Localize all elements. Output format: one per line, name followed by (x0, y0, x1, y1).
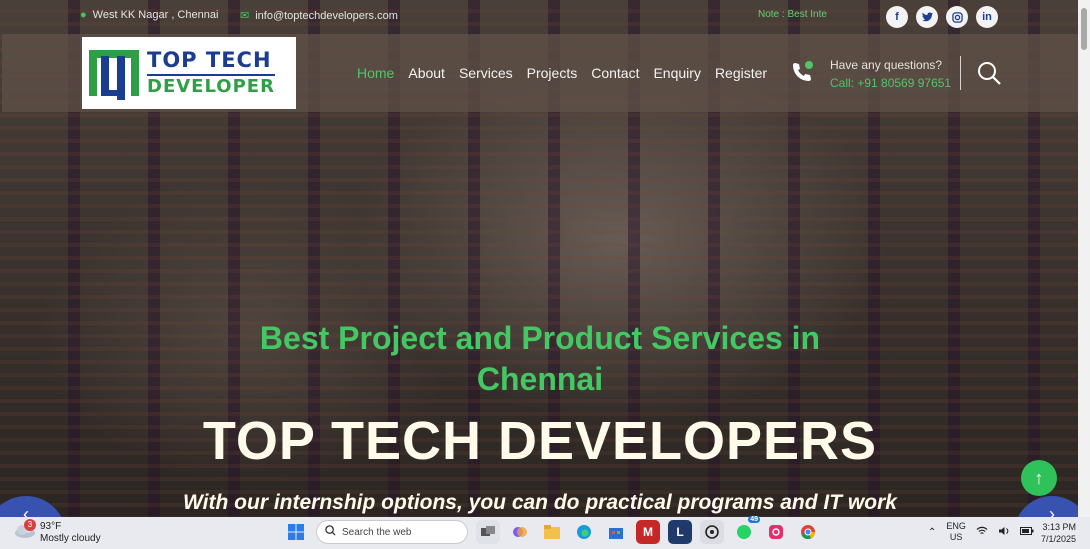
search-icon[interactable] (976, 60, 1002, 86)
chatgpt-icon[interactable] (700, 520, 724, 544)
phone-number[interactable]: Call: +91 80569 97651 (830, 76, 951, 90)
windows-start-icon[interactable] (284, 520, 308, 544)
back-to-top-button[interactable]: ↑ (1021, 460, 1057, 496)
slider-prev-button[interactable]: ‹ (0, 496, 66, 517)
scrollbar-thumb[interactable] (1081, 8, 1087, 50)
facebook-icon[interactable]: f (886, 6, 908, 28)
chevron-left-icon: ‹ (23, 504, 29, 517)
lang-code: ENG (946, 521, 966, 531)
store-icon[interactable] (604, 520, 628, 544)
battery-icon[interactable] (1019, 526, 1034, 538)
nav-about[interactable]: About (408, 65, 445, 81)
hero-tagline: With our internship options, you can do … (183, 491, 897, 514)
nav-enquiry[interactable]: Enquiry (653, 65, 700, 81)
lang-region: US (949, 532, 963, 542)
copilot-icon[interactable] (508, 520, 532, 544)
nav-services[interactable]: Services (459, 65, 513, 81)
social-links: f in (886, 6, 998, 28)
whatsapp-badge: 49 (748, 516, 760, 523)
nav-projects[interactable]: Projects (527, 65, 578, 81)
edge-browser-icon[interactable] (572, 520, 596, 544)
weather-desc: Mostly cloudy (40, 533, 101, 544)
system-tray: ⌃ ENG US (928, 521, 1034, 543)
questions-label: Have any questions? (830, 58, 943, 72)
envelope-icon: ✉ (240, 10, 250, 22)
logo-line-2: DEVELOPER (147, 74, 275, 97)
cloud-icon: 3 (14, 519, 36, 541)
instagram-app-icon[interactable] (764, 520, 788, 544)
top-bar: ● West KK Nagar , Chennai ✉ info@toptech… (0, 0, 1078, 34)
whatsapp-icon[interactable]: 49 (732, 516, 760, 544)
location-text: West KK Nagar , Chennai (92, 9, 219, 21)
location-info: ● West KK Nagar , Chennai (80, 9, 218, 21)
mcafee-icon[interactable]: M (636, 520, 660, 544)
windows-taskbar: 3 93°F Mostly cloudy Search the web M L … (0, 516, 1090, 549)
site-logo[interactable]: TOP TECH DEVELOPER (82, 37, 296, 109)
weather-temp: 93°F (40, 521, 62, 532)
logo-mark-icon (87, 46, 141, 100)
clock-date: 7/1/2025 (1040, 534, 1076, 544)
marquee-note: Note : Best Inte (758, 9, 827, 20)
clock[interactable]: 3:13 PM 7/1/2025 (1040, 521, 1076, 545)
volume-icon[interactable] (998, 526, 1010, 539)
instagram-icon[interactable] (946, 6, 968, 28)
chevron-right-icon: › (1049, 504, 1055, 517)
l-app-icon[interactable]: L (668, 520, 692, 544)
wifi-icon[interactable] (976, 526, 988, 539)
search-placeholder: Search the web (342, 526, 412, 538)
clock-time: 3:13 PM (1042, 522, 1076, 532)
email-link[interactable]: ✉ info@toptechdevelopers.com (240, 9, 398, 23)
linkedin-icon[interactable]: in (976, 6, 998, 28)
map-pin-icon: ● (80, 9, 87, 21)
email-text[interactable]: info@toptechdevelopers.com (255, 10, 398, 22)
logo-line-1: TOP TECH (147, 48, 272, 72)
nav-register[interactable]: Register (715, 65, 767, 81)
twitter-icon[interactable] (916, 6, 938, 28)
arrow-up-icon: ↑ (1034, 467, 1044, 488)
file-explorer-icon[interactable] (540, 520, 564, 544)
language-indicator[interactable]: ENG US (946, 521, 966, 543)
nav-contact[interactable]: Contact (591, 65, 639, 81)
hero-subtitle: Best Project and Product Services in Che… (259, 320, 821, 397)
chrome-icon[interactable] (796, 520, 820, 544)
taskbar-apps: Search the web M L 49 (284, 516, 820, 544)
chevron-up-icon[interactable]: ⌃ (928, 527, 936, 538)
header-divider (960, 56, 961, 90)
taskbar-search[interactable]: Search the web (316, 520, 468, 544)
task-view-icon[interactable] (476, 520, 500, 544)
nav-home[interactable]: Home (357, 65, 394, 81)
nav-menu: Home About Services Projects Contact Enq… (357, 65, 767, 81)
hero-title: TOP TECH DEVELOPERS (202, 411, 878, 471)
search-icon (325, 525, 336, 539)
main-header: TOP TECH DEVELOPER Home About Services P… (2, 34, 1078, 112)
hero-background: ● West KK Nagar , Chennai ✉ info@toptech… (0, 0, 1090, 517)
weather-alert-badge: 3 (24, 519, 36, 531)
weather-widget[interactable]: 3 93°F Mostly cloudy (14, 519, 101, 545)
phone-icon (790, 60, 814, 90)
page-scrollbar[interactable] (1078, 0, 1090, 517)
